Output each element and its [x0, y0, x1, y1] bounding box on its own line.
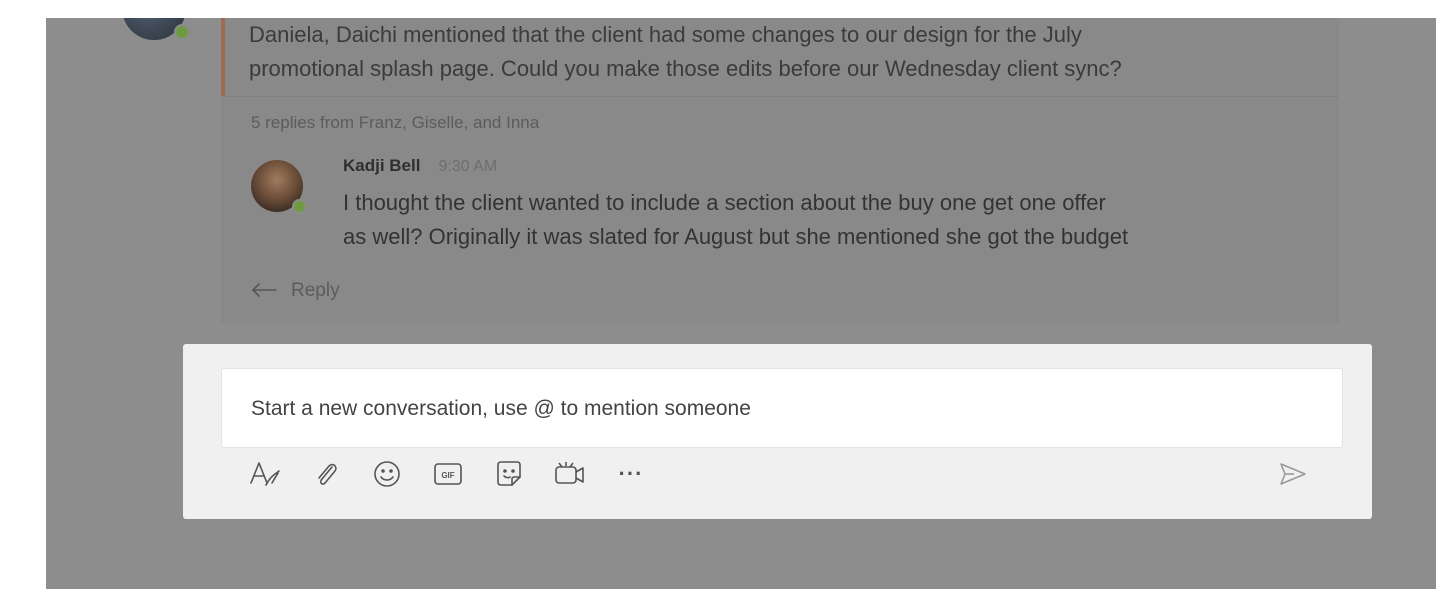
attach-icon[interactable] — [306, 456, 346, 492]
reply-author-name[interactable]: Kadji Bell — [343, 156, 420, 175]
avatar[interactable] — [122, 18, 190, 40]
reply-arrow-icon — [251, 278, 277, 304]
compose-placeholder: Start a new conversation, use @ to menti… — [251, 397, 751, 420]
root-message-line-1: Daniela, Daichi mentioned that the clien… — [249, 22, 1082, 47]
reply-message-text: I thought the client wanted to include a… — [343, 190, 1129, 249]
new-conversation-input[interactable]: Start a new conversation, use @ to menti… — [221, 368, 1343, 448]
reply-timestamp: 9:30 AM — [438, 158, 498, 175]
reply-author-avatar[interactable] — [251, 160, 307, 214]
more-options-icon[interactable]: ··· — [611, 456, 651, 492]
conversation-thread: Daniela, Daichi mentioned that the clien… — [221, 18, 1339, 324]
root-message-line-2: promotional splash page. Could you make … — [249, 56, 1122, 81]
thread-divider — [225, 96, 1339, 97]
thread-accent-bar — [221, 18, 225, 96]
send-icon[interactable] — [1276, 459, 1310, 489]
compose-toolbar: GIF ··· — [245, 456, 672, 492]
reply-button[interactable]: Reply — [251, 278, 340, 304]
channel-conversation-area: Daniela, Daichi mentioned that the clien… — [46, 18, 1436, 589]
gif-icon[interactable]: GIF — [428, 456, 468, 492]
reply-label: Reply — [291, 280, 340, 301]
sticker-icon[interactable] — [489, 456, 529, 492]
gif-label: GIF — [441, 471, 454, 480]
presence-available-icon — [292, 199, 307, 214]
emoji-icon[interactable] — [367, 456, 407, 492]
app-window: Daniela, Daichi mentioned that the clien… — [0, 0, 1436, 589]
root-message-text: Daniela, Daichi mentioned that the clien… — [249, 18, 1329, 86]
format-icon[interactable] — [245, 456, 285, 492]
meet-now-icon[interactable] — [550, 456, 590, 492]
replies-summary-link[interactable]: 5 replies from Franz, Giselle, and Inna — [251, 113, 539, 133]
reply-header: Kadji Bell 9:30 AM — [343, 156, 497, 176]
presence-available-icon — [174, 24, 190, 40]
compose-box: Start a new conversation, use @ to menti… — [183, 344, 1372, 519]
